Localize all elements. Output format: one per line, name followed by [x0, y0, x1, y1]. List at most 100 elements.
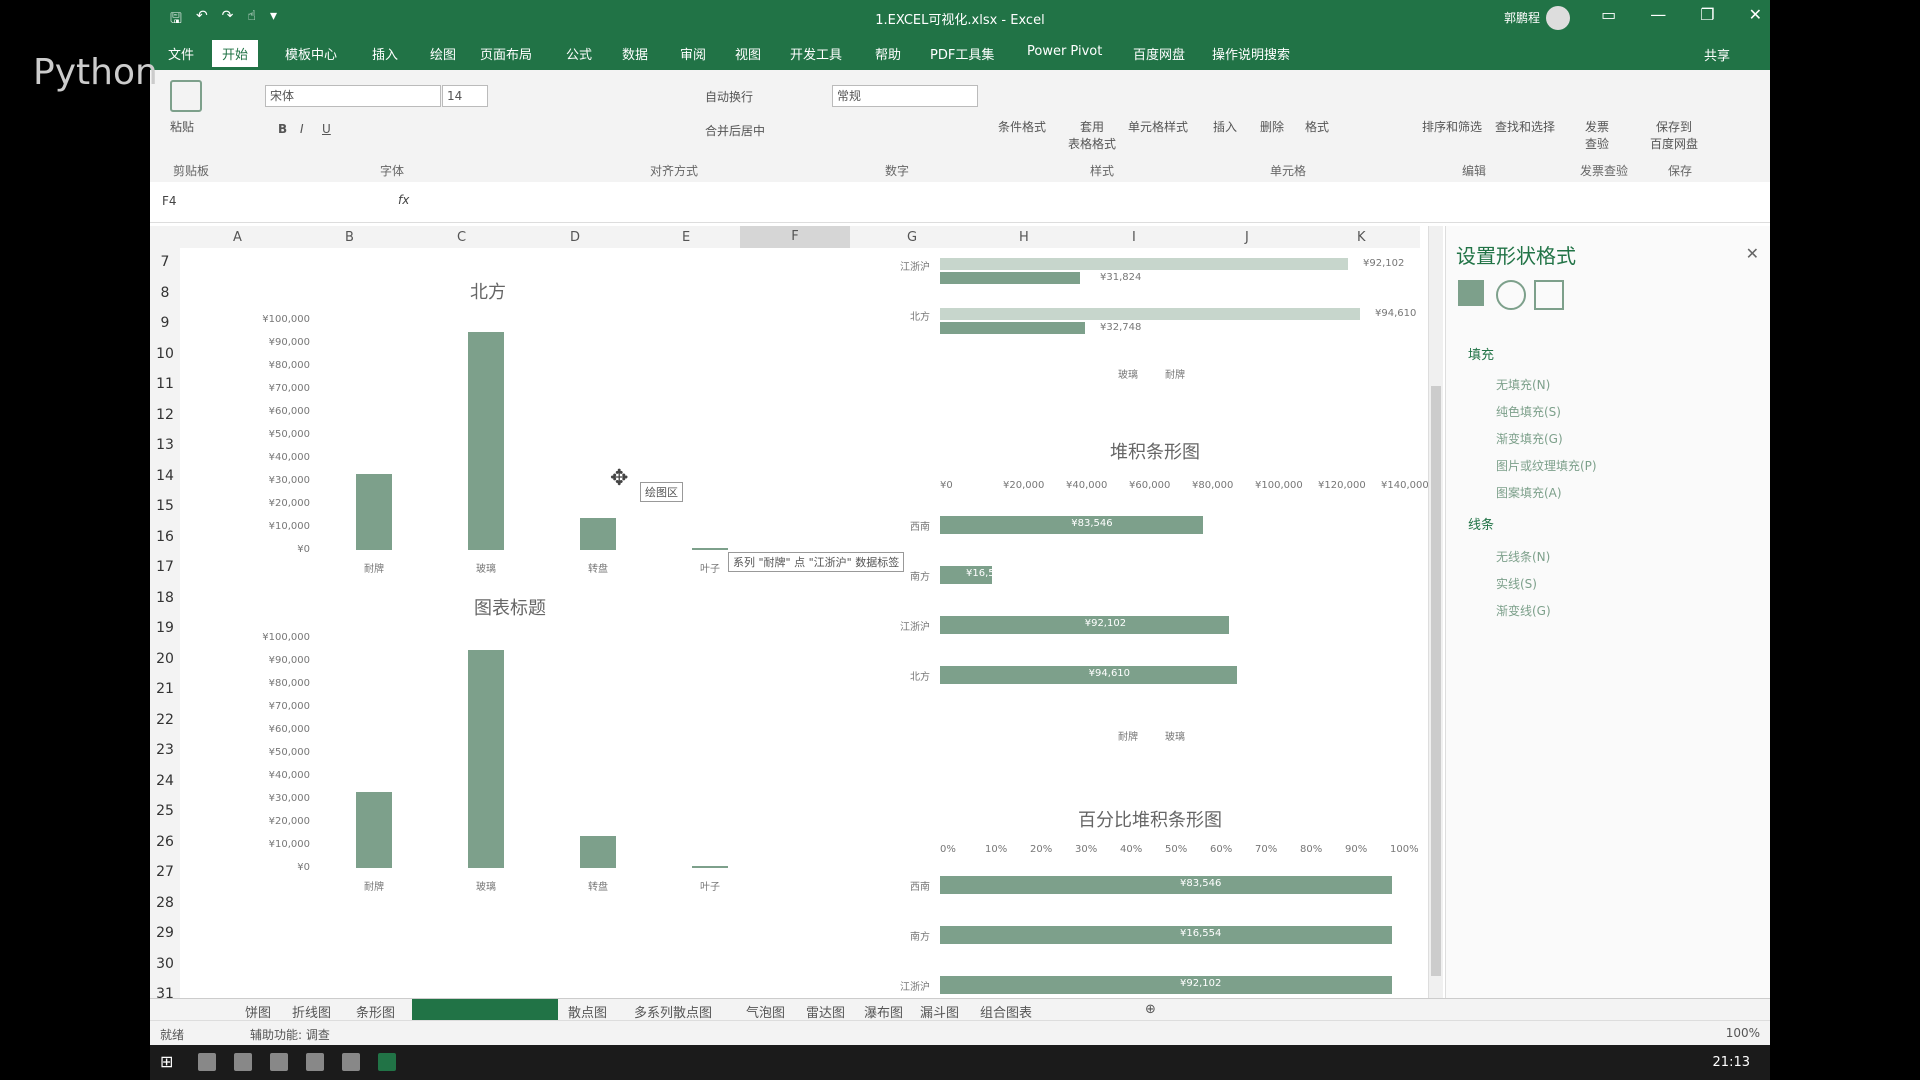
- app-icon[interactable]: [306, 1053, 324, 1071]
- invoice-check-button[interactable]: 发票 查验: [1585, 118, 1609, 152]
- format-cells-button[interactable]: 格式: [1305, 118, 1329, 135]
- bar[interactable]: [940, 876, 1392, 894]
- paste-icon[interactable]: [170, 80, 202, 112]
- fill-option[interactable]: 图片或纹理填充(P): [1496, 457, 1597, 474]
- app-icon[interactable]: [342, 1053, 360, 1071]
- bar[interactable]: [940, 258, 1348, 270]
- row-number[interactable]: 13: [150, 437, 180, 453]
- fill-line-icon[interactable]: [1458, 280, 1484, 306]
- sheet-tab[interactable]: 条形图: [356, 1002, 395, 1021]
- wrap-text-button[interactable]: 自动换行: [705, 88, 753, 105]
- sheet-tab-active[interactable]: [412, 999, 558, 1021]
- sheet-tab[interactable]: 雷达图: [806, 1002, 845, 1021]
- col-d[interactable]: D: [570, 230, 580, 245]
- line-option[interactable]: 实线(S): [1496, 575, 1537, 592]
- row-number[interactable]: 16: [150, 529, 180, 545]
- row-number[interactable]: 12: [150, 407, 180, 423]
- tab-data[interactable]: 数据: [622, 44, 648, 63]
- sheet-tab[interactable]: 折线图: [292, 1002, 331, 1021]
- fx-icon[interactable]: fx: [398, 193, 409, 207]
- share-button[interactable]: 共享: [1704, 45, 1730, 64]
- pane-close-icon[interactable]: ✕: [1746, 244, 1759, 263]
- find-select-button[interactable]: 查找和选择: [1495, 118, 1555, 135]
- tell-me-search[interactable]: 操作说明搜索: [1212, 44, 1290, 63]
- row-number[interactable]: 20: [150, 651, 180, 667]
- font-size-select[interactable]: 14: [442, 85, 488, 107]
- tab-page-layout[interactable]: 页面布局: [480, 44, 532, 63]
- row-number[interactable]: 22: [150, 712, 180, 728]
- col-i[interactable]: I: [1132, 230, 1136, 245]
- save-netdisk-button[interactable]: 保存到 百度网盘: [1650, 118, 1698, 152]
- row-number[interactable]: 21: [150, 681, 180, 697]
- row-number[interactable]: 19: [150, 620, 180, 636]
- row-number[interactable]: 27: [150, 864, 180, 880]
- row-number[interactable]: 24: [150, 773, 180, 789]
- bar[interactable]: [940, 272, 1080, 284]
- row-number[interactable]: 9: [150, 315, 180, 331]
- sheet-tab[interactable]: 气泡图: [746, 1002, 785, 1021]
- sheet-tab[interactable]: 散点图: [568, 1002, 607, 1021]
- insert-cells-button[interactable]: 插入: [1213, 118, 1237, 135]
- avatar[interactable]: [1546, 6, 1570, 30]
- fill-option[interactable]: 图案填充(A): [1496, 484, 1562, 501]
- app-icon[interactable]: [270, 1053, 288, 1071]
- vertical-scrollbar[interactable]: [1428, 226, 1443, 998]
- minimize-button[interactable]: —: [1650, 5, 1666, 24]
- sheet-tab[interactable]: 组合图表: [980, 1002, 1032, 1021]
- line-section[interactable]: 线条: [1468, 514, 1494, 533]
- row-number[interactable]: 25: [150, 803, 180, 819]
- tab-insert[interactable]: 插入: [372, 44, 398, 63]
- row-number[interactable]: 14: [150, 468, 180, 484]
- col-e[interactable]: E: [682, 230, 690, 245]
- bar[interactable]: [356, 474, 392, 550]
- tab-draw[interactable]: 绘图: [430, 44, 456, 63]
- tab-formulas[interactable]: 公式: [566, 44, 592, 63]
- fill-option[interactable]: 纯色填充(S): [1496, 403, 1561, 420]
- sheet-tab[interactable]: 饼图: [245, 1002, 271, 1021]
- tab-baidu-netdisk[interactable]: 百度网盘: [1133, 44, 1185, 63]
- row-number[interactable]: 18: [150, 590, 180, 606]
- worksheet[interactable]: 北方 ¥100,000 ¥90,000 ¥80,000 ¥70,000 ¥60,000 ¥…: [180, 248, 1429, 998]
- windows-start-icon[interactable]: ⊞: [160, 1052, 173, 1071]
- cell-styles-button[interactable]: 单元格样式: [1128, 118, 1188, 135]
- tab-help[interactable]: 帮助: [875, 44, 901, 63]
- format-as-table-button[interactable]: 套用 表格格式: [1068, 118, 1116, 152]
- sheet-tab[interactable]: 瀑布图: [864, 1002, 903, 1021]
- effects-icon[interactable]: [1496, 280, 1526, 310]
- bold-button[interactable]: B: [278, 122, 287, 136]
- col-g[interactable]: G: [907, 230, 917, 245]
- bar[interactable]: [940, 308, 1360, 320]
- tab-review[interactable]: 审阅: [680, 44, 706, 63]
- tab-power-pivot[interactable]: Power Pivot: [1027, 44, 1102, 59]
- row-number[interactable]: 15: [150, 498, 180, 514]
- fill-section[interactable]: 填充: [1468, 344, 1494, 363]
- row-number[interactable]: 23: [150, 742, 180, 758]
- browser-icon[interactable]: [234, 1053, 252, 1071]
- row-number[interactable]: 26: [150, 834, 180, 850]
- conditional-format-button[interactable]: 条件格式: [998, 118, 1046, 135]
- bar[interactable]: [468, 649, 504, 868]
- search-icon[interactable]: [198, 1053, 216, 1071]
- scroll-thumb[interactable]: [1431, 386, 1441, 976]
- merge-center-button[interactable]: 合并后居中: [705, 122, 765, 139]
- paste-button[interactable]: 粘贴: [170, 118, 194, 135]
- bar[interactable]: [468, 331, 504, 550]
- row-number[interactable]: 29: [150, 925, 180, 941]
- line-option[interactable]: 无线条(N): [1496, 548, 1550, 565]
- underline-button[interactable]: U: [322, 122, 331, 136]
- row-number[interactable]: 8: [150, 285, 180, 301]
- col-h[interactable]: H: [1019, 230, 1029, 245]
- col-a[interactable]: A: [233, 230, 242, 245]
- font-name-select[interactable]: 宋体: [265, 85, 441, 107]
- bar[interactable]: [580, 517, 616, 550]
- line-option[interactable]: 渐变线(G): [1496, 602, 1551, 619]
- second-chart-title[interactable]: 图表标题: [474, 594, 546, 620]
- col-k[interactable]: K: [1357, 230, 1366, 245]
- north-chart-title[interactable]: 北方: [470, 278, 506, 304]
- col-c[interactable]: C: [457, 230, 466, 245]
- number-format-select[interactable]: 常规: [832, 85, 978, 107]
- bar[interactable]: [692, 865, 728, 868]
- percent-chart-title[interactable]: 百分比堆积条形图: [1078, 806, 1222, 832]
- bar[interactable]: [356, 792, 392, 868]
- user-name[interactable]: 郭鹏程: [1504, 9, 1540, 26]
